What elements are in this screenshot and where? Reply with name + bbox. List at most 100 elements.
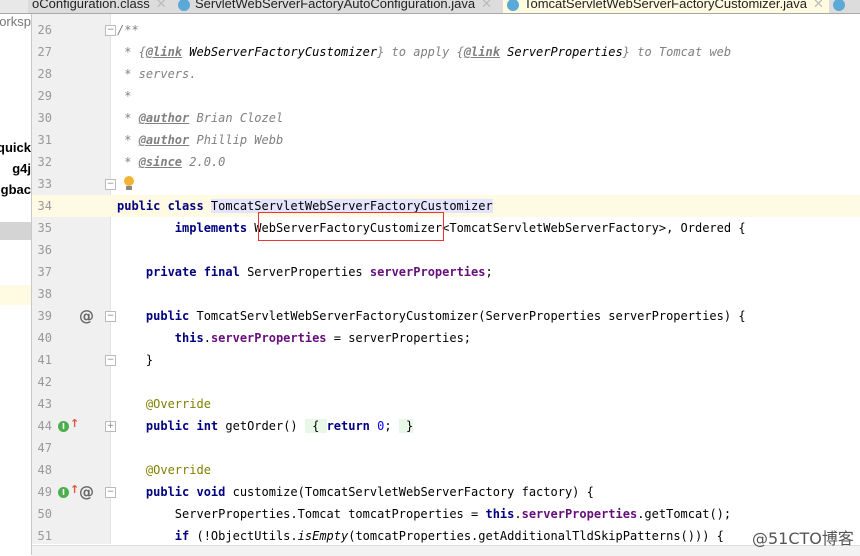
code-token: { xyxy=(304,419,327,433)
fold-plus-icon[interactable]: + xyxy=(105,421,116,432)
line-number: 42 xyxy=(37,375,52,389)
fold-open-icon[interactable]: − xyxy=(105,487,116,498)
code-token: return xyxy=(326,419,378,433)
override-arrow-icon: ↑ xyxy=(70,483,80,496)
code-token: @link xyxy=(463,45,500,59)
fold-close-icon[interactable]: − xyxy=(105,179,116,190)
code-token: TomcatServletWebServerFactoryCustomizer(… xyxy=(196,309,746,323)
line-number: 48 xyxy=(37,463,52,477)
code-text: /** xyxy=(117,19,139,41)
tab-more[interactable] xyxy=(829,0,860,13)
line-number: 33 xyxy=(37,177,52,191)
code-line[interactable]: 42 xyxy=(32,371,860,393)
line-number: 50 xyxy=(37,507,52,521)
code-token: ServerProperties xyxy=(247,265,370,279)
code-line[interactable]: 30 * @author Brian Clozel xyxy=(32,107,860,129)
code-token: = serverProperties; xyxy=(326,331,472,345)
fold-close-icon[interactable]: − xyxy=(105,355,116,366)
code-token: implements xyxy=(174,221,255,235)
close-icon[interactable]: ✕ xyxy=(813,0,824,11)
code-line[interactable]: 44 I ↑ + public int getOrder() { return 0; … xyxy=(32,415,860,437)
code-token: public xyxy=(145,309,197,323)
code-line[interactable]: 31 * @author Phillip Webb xyxy=(32,129,860,151)
code-line[interactable]: 51 if (!ObjectUtils.isEmpty(tomcatProper… xyxy=(32,525,860,547)
tab-configuration-class[interactable]: oConfiguration.class ✕ xyxy=(28,0,175,13)
code-text: if (!ObjectUtils.isEmpty(tomcatPropertie… xyxy=(117,525,724,547)
close-icon[interactable]: ✕ xyxy=(156,0,167,11)
code-line[interactable]: 34 public class TomcatServletWebServerFac… xyxy=(32,195,860,217)
line-number: 38 xyxy=(37,287,52,301)
code-line[interactable]: 49 I ↑ @ − public void customize(TomcatServl… xyxy=(32,481,860,503)
line-number: 26 xyxy=(37,23,52,37)
class-icon xyxy=(507,0,519,11)
tab-label: TomcatServletWebServerFactoryCustomizer.… xyxy=(524,0,807,11)
code-token: @author xyxy=(138,111,190,125)
fold-open-icon[interactable]: − xyxy=(105,311,116,322)
sidebar-item[interactable]: quick xyxy=(0,140,31,155)
fold-open-icon[interactable]: − xyxy=(105,25,116,36)
code-editor[interactable]: 26−/** 27 * {@link WebServerFactoryCustom… xyxy=(32,14,860,544)
sidebar-item[interactable]: orksp xyxy=(0,14,31,29)
code-line[interactable]: 29 * xyxy=(32,85,860,107)
sidebar-item[interactable]: g4j xyxy=(12,161,31,176)
code-text: @Override xyxy=(117,459,211,481)
code-token: this xyxy=(174,331,204,345)
code-line[interactable]: 36 xyxy=(32,239,860,261)
close-icon[interactable]: ✕ xyxy=(481,0,492,11)
code-token: serverProperties xyxy=(369,265,486,279)
watermark: @51CTO博客 xyxy=(752,529,854,548)
autowired-icon[interactable]: @ xyxy=(79,481,94,503)
tab-tomcat-customizer[interactable]: TomcatServletWebServerFactoryCustomizer.… xyxy=(503,0,830,13)
autowired-icon[interactable]: @ xyxy=(79,305,94,327)
code-text: private final ServerProperties serverPro… xyxy=(117,261,493,283)
sidebar-item[interactable]: gbac xyxy=(1,182,31,197)
horizontal-scrollbar[interactable] xyxy=(32,545,860,556)
code-token: . xyxy=(203,331,211,345)
code-line[interactable]: 35 implements WebServerFactoryCustomizer… xyxy=(32,217,860,239)
class-icon xyxy=(833,0,845,11)
code-token: * xyxy=(117,111,139,125)
code-line[interactable]: 43 @Override xyxy=(32,393,860,415)
code-line[interactable]: 50 ServerProperties.Tomcat tomcatPropert… xyxy=(32,503,860,525)
lightbulb-icon[interactable] xyxy=(124,176,134,190)
tab-label: oConfiguration.class xyxy=(32,0,150,11)
code-token: (!ObjectUtils. xyxy=(196,529,298,543)
code-token: serverProperties xyxy=(210,331,327,345)
editor-tab-bar: oConfiguration.class ✕ ServletWebServerFa… xyxy=(0,0,860,14)
code-line[interactable]: 38 xyxy=(32,283,860,305)
code-token: } xyxy=(117,353,154,367)
code-token: getOrder() xyxy=(225,419,305,433)
code-token: * xyxy=(117,155,139,169)
code-token: } to apply { xyxy=(377,45,464,59)
code-line[interactable]: 28 * servers. xyxy=(32,63,860,85)
code-token: serverProperties xyxy=(521,507,638,521)
code-line[interactable]: 27 * {@link WebServerFactoryCustomizer} … xyxy=(32,41,860,63)
line-number: 31 xyxy=(37,133,52,147)
code-line[interactable]: 32 * @since 2.0.0 xyxy=(32,151,860,173)
code-text: * @author Brian Clozel xyxy=(117,107,283,129)
implements-method-icon[interactable]: I xyxy=(58,487,69,498)
code-line[interactable]: 39 @ − public TomcatServletWebServerFactor… xyxy=(32,305,860,327)
tab-servlet-autoconfig[interactable]: ServletWebServerFactoryAutoConfiguration… xyxy=(174,0,505,13)
code-token: isEmpty xyxy=(297,529,349,543)
code-token: * servers. xyxy=(117,67,197,81)
code-text: public void customize(TomcatServletWebSe… xyxy=(117,481,594,503)
code-token: TomcatServletWebServerFactoryCustomizer xyxy=(210,199,493,213)
code-token: WebServerFactoryCustomizer xyxy=(182,45,378,59)
code-line[interactable]: 48 @Override xyxy=(32,459,860,481)
code-line[interactable]: 41 − } xyxy=(32,349,860,371)
code-text: * { @link WebServerFactoryCustomizer} to … xyxy=(117,41,731,63)
code-token: * xyxy=(117,133,139,147)
code-line[interactable]: 40 this.serverProperties = serverPropert… xyxy=(32,327,860,349)
code-token: customize(TomcatServletWebServerFactory … xyxy=(232,485,594,499)
code-line[interactable]: 33 − xyxy=(32,173,860,195)
code-token: * { xyxy=(117,45,146,59)
code-line[interactable]: 26 −/** xyxy=(32,19,860,41)
code-line[interactable]: 37 private final ServerProperties server… xyxy=(32,261,860,283)
code-text: @Override xyxy=(117,393,211,415)
code-token: Phillip Webb xyxy=(189,133,284,147)
code-line[interactable]: 47 xyxy=(32,437,860,459)
implements-method-icon[interactable]: I xyxy=(58,421,69,432)
